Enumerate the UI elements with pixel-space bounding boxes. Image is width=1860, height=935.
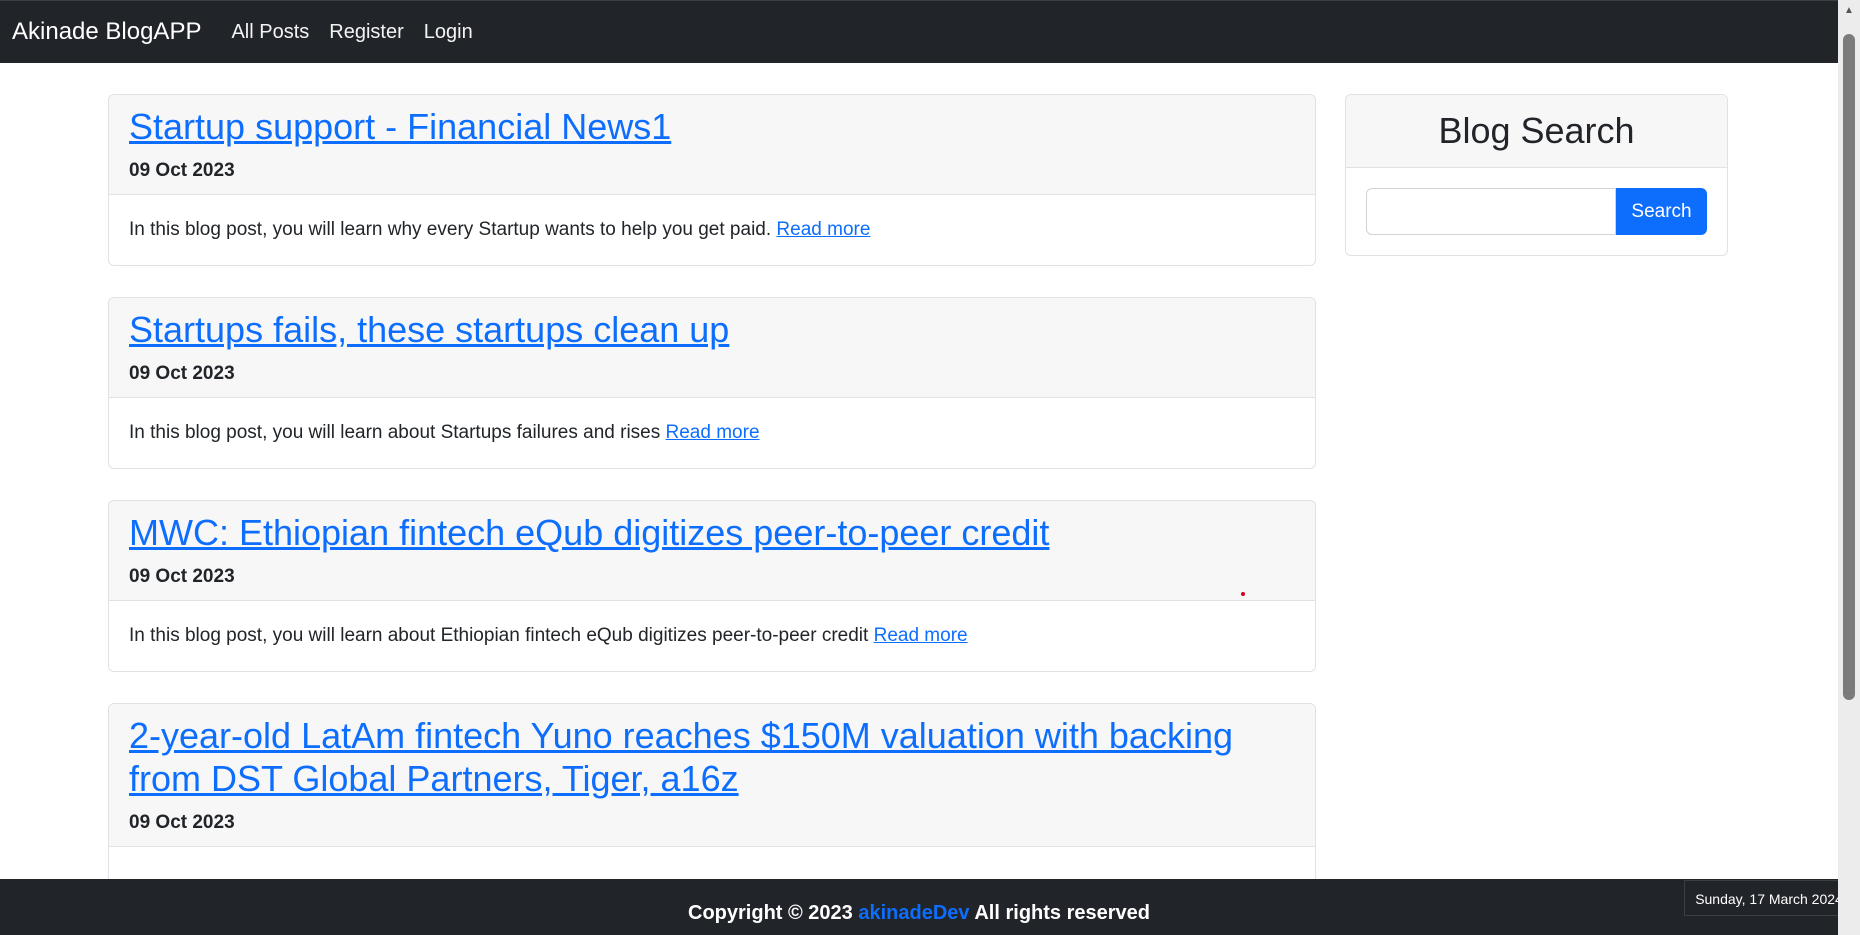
post-date: 09 Oct 2023 xyxy=(129,160,235,181)
post-list: Startup support - Financial News1 09 Oct… xyxy=(108,94,1316,926)
nav-login[interactable]: Login xyxy=(424,21,473,44)
footer-author-link[interactable]: akinadeDev xyxy=(858,902,969,924)
nav-all-posts[interactable]: All Posts xyxy=(231,21,309,44)
post-card-header: Startup support - Financial News1 09 Oct… xyxy=(109,95,1315,195)
post-card-header: Startups fails, these startups clean up … xyxy=(109,298,1315,398)
nav-register[interactable]: Register xyxy=(329,21,403,44)
post-title-link[interactable]: MWC: Ethiopian fintech eQub digitizes pe… xyxy=(129,511,1295,554)
post-card: MWC: Ethiopian fintech eQub digitizes pe… xyxy=(108,500,1316,672)
post-card-header: MWC: Ethiopian fintech eQub digitizes pe… xyxy=(109,501,1315,601)
footer-copyright: Copyright © 2023 xyxy=(688,902,853,924)
post-excerpt: In this blog post, you will learn about … xyxy=(129,625,869,646)
post-card: Startup support - Financial News1 09 Oct… xyxy=(108,94,1316,266)
post-date: 09 Oct 2023 xyxy=(129,363,235,384)
read-more-link[interactable]: Read more xyxy=(776,219,870,240)
date-tooltip: Sunday, 17 March 2024 xyxy=(1684,880,1854,916)
post-title-link[interactable]: 2-year-old LatAm fintech Yuno reaches $1… xyxy=(129,714,1295,800)
brand-link[interactable]: Akinade BlogAPP xyxy=(12,18,201,46)
post-title-link[interactable]: Startups fails, these startups clean up xyxy=(129,308,1295,351)
navbar: Akinade BlogAPP All Posts Register Login xyxy=(0,0,1838,63)
footer: Copyright © 2023 akinadeDev All rights r… xyxy=(0,879,1838,935)
search-form: Search xyxy=(1346,168,1727,235)
footer-rights: All rights reserved xyxy=(974,902,1150,924)
blog-search-title: Blog Search xyxy=(1438,110,1635,151)
post-excerpt: In this blog post, you will learn why ev… xyxy=(129,219,772,240)
post-date: 09 Oct 2023 xyxy=(129,566,235,587)
blog-search-card: Blog Search Search xyxy=(1345,94,1728,256)
search-button[interactable]: Search xyxy=(1616,188,1707,235)
blog-search-header: Blog Search xyxy=(1346,95,1727,168)
read-more-link[interactable]: Read more xyxy=(874,625,968,646)
post-date: 09 Oct 2023 xyxy=(129,812,235,833)
post-title-link[interactable]: Startup support - Financial News1 xyxy=(129,105,1295,148)
post-card-body: In this blog post, you will learn about … xyxy=(109,398,1315,468)
post-card-header: 2-year-old LatAm fintech Yuno reaches $1… xyxy=(109,704,1315,847)
scroll-thumb[interactable] xyxy=(1843,34,1855,700)
cursor-dot xyxy=(1241,592,1245,596)
search-input[interactable] xyxy=(1366,188,1616,235)
post-card: 2-year-old LatAm fintech Yuno reaches $1… xyxy=(108,703,1316,895)
post-card: Startups fails, these startups clean up … xyxy=(108,297,1316,469)
browser-viewport: Akinade BlogAPP All Posts Register Login… xyxy=(0,0,1860,935)
post-card-body: In this blog post, you will learn about … xyxy=(109,601,1315,671)
post-excerpt: In this blog post, you will learn about … xyxy=(129,422,661,443)
vertical-scrollbar[interactable]: ▲ xyxy=(1838,0,1860,935)
post-card-body: In this blog post, you will learn why ev… xyxy=(109,195,1315,265)
scroll-up-arrow-icon[interactable]: ▲ xyxy=(1838,0,1860,22)
read-more-link[interactable]: Read more xyxy=(666,422,760,443)
